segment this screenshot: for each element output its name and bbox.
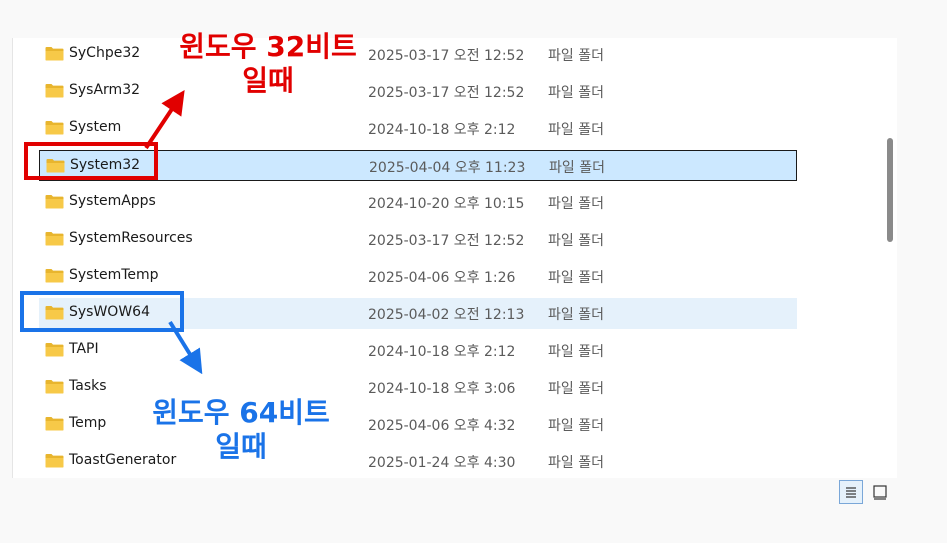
folder-icon bbox=[45, 268, 64, 283]
folder-icon bbox=[45, 416, 64, 431]
folder-icon bbox=[45, 83, 64, 98]
folder-icon bbox=[45, 46, 64, 61]
annotation-32bit: 윈도우 32비트 일때 bbox=[163, 30, 373, 98]
file-date-modified: 2024-10-20 오후 10:15 bbox=[368, 196, 525, 212]
file-name: System bbox=[69, 119, 122, 135]
details-view-icon bbox=[846, 487, 856, 498]
file-name: SystemTemp bbox=[69, 267, 159, 283]
file-row[interactable]: SysArm32 2025-03-17 오전 12:52 파일 폴더 bbox=[39, 76, 797, 107]
file-date-modified: 2024-10-18 오후 2:12 bbox=[368, 122, 516, 138]
file-name: SystemApps bbox=[69, 193, 156, 209]
file-type: 파일 폴더 bbox=[548, 122, 604, 138]
file-date-modified: 2025-04-06 오후 4:32 bbox=[368, 418, 516, 434]
annotation-64bit-line1: 윈도우 64비트 bbox=[152, 396, 330, 429]
file-date-modified: 2025-04-02 오전 12:13 bbox=[368, 307, 525, 323]
folder-icon bbox=[45, 120, 64, 135]
file-date-modified: 2024-10-18 오후 2:12 bbox=[368, 344, 516, 360]
file-name: SystemResources bbox=[69, 230, 193, 246]
file-row[interactable]: SyChpe32 2025-03-17 오전 12:52 파일 폴더 bbox=[39, 39, 797, 70]
large-icons-view-button[interactable] bbox=[868, 480, 892, 504]
vertical-scrollbar[interactable] bbox=[884, 38, 896, 478]
file-type: 파일 폴더 bbox=[548, 344, 604, 360]
folder-icon bbox=[45, 231, 64, 246]
file-name: Temp bbox=[69, 415, 107, 431]
file-date-modified: 2025-04-04 오후 11:23 bbox=[369, 160, 526, 176]
file-type: 파일 폴더 bbox=[548, 48, 604, 64]
annotation-32bit-line2: 일때 bbox=[242, 64, 294, 97]
file-name: SyChpe32 bbox=[69, 45, 141, 61]
folder-icon bbox=[45, 342, 64, 357]
file-date-modified: 2025-01-24 오후 4:30 bbox=[368, 455, 516, 471]
scrollbar-thumb[interactable] bbox=[887, 138, 893, 242]
file-type: 파일 폴더 bbox=[548, 455, 604, 471]
file-date-modified: 2024-10-18 오후 3:06 bbox=[368, 381, 516, 397]
folder-icon bbox=[45, 453, 64, 468]
file-type: 파일 폴더 bbox=[548, 233, 604, 249]
file-name: TAPI bbox=[69, 341, 99, 357]
file-name: Tasks bbox=[69, 378, 107, 394]
annotation-64bit-line2: 일때 bbox=[215, 430, 267, 463]
file-date-modified: 2025-03-17 오전 12:52 bbox=[368, 233, 525, 249]
file-row[interactable]: SystemTemp 2025-04-06 오후 1:26 파일 폴더 bbox=[39, 261, 797, 292]
large-icons-view-icon bbox=[873, 485, 887, 500]
file-name: SysArm32 bbox=[69, 82, 141, 98]
folder-icon bbox=[45, 194, 64, 209]
file-date-modified: 2025-03-17 오전 12:52 bbox=[368, 85, 525, 101]
annotation-32bit-line1: 윈도우 32비트 bbox=[179, 30, 357, 63]
file-date-modified: 2025-03-17 오전 12:52 bbox=[368, 48, 525, 64]
syswow64-highlight-box bbox=[20, 291, 184, 332]
file-type: 파일 폴더 bbox=[548, 418, 604, 434]
file-row[interactable]: TAPI 2024-10-18 오후 2:12 파일 폴더 bbox=[39, 335, 797, 366]
file-type: 파일 폴더 bbox=[548, 381, 604, 397]
file-type: 파일 폴더 bbox=[548, 85, 604, 101]
details-view-button[interactable] bbox=[839, 480, 863, 504]
file-type: 파일 폴더 bbox=[548, 196, 604, 212]
file-row[interactable]: SystemResources 2025-03-17 오전 12:52 파일 폴더 bbox=[39, 224, 797, 255]
folder-icon bbox=[45, 379, 64, 394]
file-row[interactable]: SystemApps 2024-10-20 오후 10:15 파일 폴더 bbox=[39, 187, 797, 218]
file-type: 파일 폴더 bbox=[548, 270, 604, 286]
file-row[interactable]: System 2024-10-18 오후 2:12 파일 폴더 bbox=[39, 113, 797, 144]
file-type: 파일 폴더 bbox=[549, 160, 605, 176]
system32-highlight-box bbox=[24, 142, 158, 180]
file-date-modified: 2025-04-06 오후 1:26 bbox=[368, 270, 516, 286]
annotation-64bit: 윈도우 64비트 일때 bbox=[136, 396, 346, 464]
file-type: 파일 폴더 bbox=[548, 307, 604, 323]
